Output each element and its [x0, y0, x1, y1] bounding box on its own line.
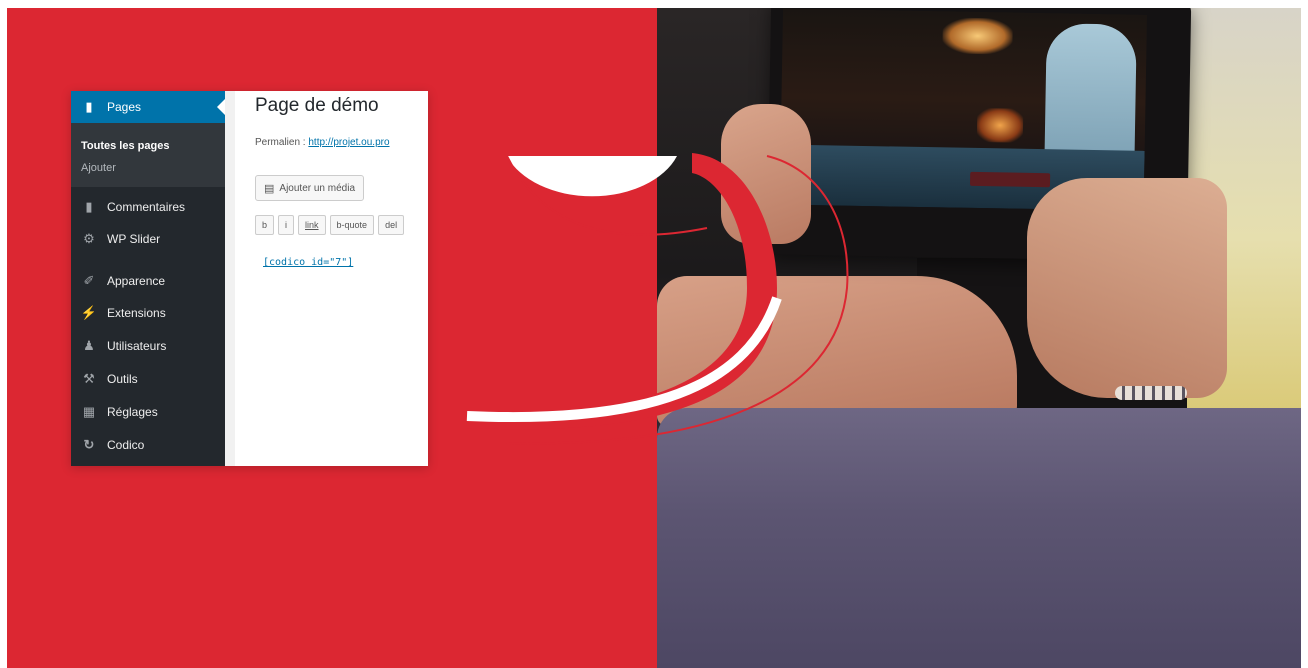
- codico-logo-icon: ↻: [83, 437, 95, 452]
- sidebar-item-users[interactable]: ♟ Utilisateurs: [71, 330, 225, 362]
- sidebar-item-label: Pages: [107, 100, 142, 114]
- sidebar-item-tools[interactable]: ⚒ Outils: [71, 363, 225, 395]
- qt-link-button[interactable]: link: [298, 215, 326, 235]
- media-icon: ▤: [264, 182, 275, 195]
- wrench-icon: ⚒: [83, 371, 95, 386]
- permalink-link[interactable]: http://projet.ou.pro: [308, 137, 389, 148]
- add-media-label: Ajouter un média: [279, 182, 356, 194]
- submenu-add[interactable]: Ajouter: [81, 157, 215, 179]
- photo-left-hand: [721, 104, 811, 244]
- sidebar-item-label: WP Slider: [107, 232, 161, 246]
- sidebar-item-label: Apparence: [107, 274, 166, 288]
- permalink-label: Permalien :: [255, 137, 306, 148]
- qt-italic-button[interactable]: i: [278, 215, 295, 235]
- quicktags-toolbar: b i link b-quote del: [255, 215, 405, 235]
- sidebar-item-settings[interactable]: ▦ Réglages: [71, 396, 225, 428]
- screen-lamp: [942, 17, 1013, 55]
- screen-sky: [1044, 23, 1137, 155]
- submenu-all-pages[interactable]: Toutes les pages: [81, 135, 215, 157]
- sidebar-item-wp-slider[interactable]: ⚙ WP Slider: [71, 223, 225, 255]
- screen-fire: [976, 107, 1024, 143]
- sidebar-item-label: Réglages: [107, 405, 158, 419]
- pages-icon: ▮: [85, 99, 93, 114]
- sidebar-item-codico[interactable]: ↻ Codico: [71, 429, 225, 461]
- comments-icon: ▮: [85, 199, 93, 214]
- wp-content-area: Page de démo Permalien : http://projet.o…: [225, 91, 428, 466]
- wp-admin-sidebar: ▮ Pages Toutes les pages Ajouter ▮ Comme…: [71, 91, 225, 466]
- photo-cushion: [657, 408, 1301, 668]
- sidebar-item-comments[interactable]: ▮ Commentaires: [71, 191, 225, 223]
- plugin-icon: ⚡: [80, 305, 98, 320]
- shortcode-text: [codico id="7"]: [263, 257, 354, 268]
- sidebar-item-pages[interactable]: ▮ Pages: [71, 91, 225, 123]
- sidebar-item-label: Extensions: [107, 306, 166, 320]
- qt-blockquote-button[interactable]: b-quote: [329, 215, 375, 235]
- page-editor: Page de démo Permalien : http://projet.o…: [235, 91, 428, 466]
- wordpress-admin-screenshot: ▮ Pages Toutes les pages Ajouter ▮ Comme…: [71, 91, 428, 466]
- add-media-button[interactable]: ▤ Ajouter un média: [255, 175, 365, 201]
- user-icon: ♟: [83, 338, 95, 353]
- sidebar-item-label: Codico: [107, 438, 145, 452]
- slide-frame: ▮ Pages Toutes les pages Ajouter ▮ Comme…: [7, 8, 1301, 668]
- photo-right-hand: [1027, 178, 1227, 398]
- page-title-field[interactable]: Page de démo: [255, 95, 379, 117]
- qt-del-button[interactable]: del: [378, 215, 405, 235]
- sidebar-item-extensions[interactable]: ⚡ Extensions: [71, 297, 225, 329]
- permalink-row: Permalien : http://projet.ou.pro: [255, 137, 390, 148]
- sidebar-item-label: Commentaires: [107, 200, 186, 214]
- settings-icon: ▦: [82, 404, 96, 419]
- screen-boat: [969, 171, 1051, 188]
- qt-bold-button[interactable]: b: [255, 215, 275, 235]
- paintbrush-icon: ✐: [83, 273, 95, 288]
- pages-submenu: Toutes les pages Ajouter: [71, 123, 225, 187]
- gear-icon: ⚙: [83, 231, 95, 246]
- sidebar-item-label: Utilisateurs: [107, 339, 167, 353]
- photo-bracelet: [1115, 386, 1187, 400]
- sidebar-item-appearance[interactable]: ✐ Apparence: [71, 265, 225, 297]
- editor-textarea[interactable]: [codico id="7"]: [263, 257, 353, 268]
- sidebar-item-label: Outils: [107, 372, 138, 386]
- tablet-photo: [657, 8, 1301, 668]
- photo-leg: [657, 276, 1017, 426]
